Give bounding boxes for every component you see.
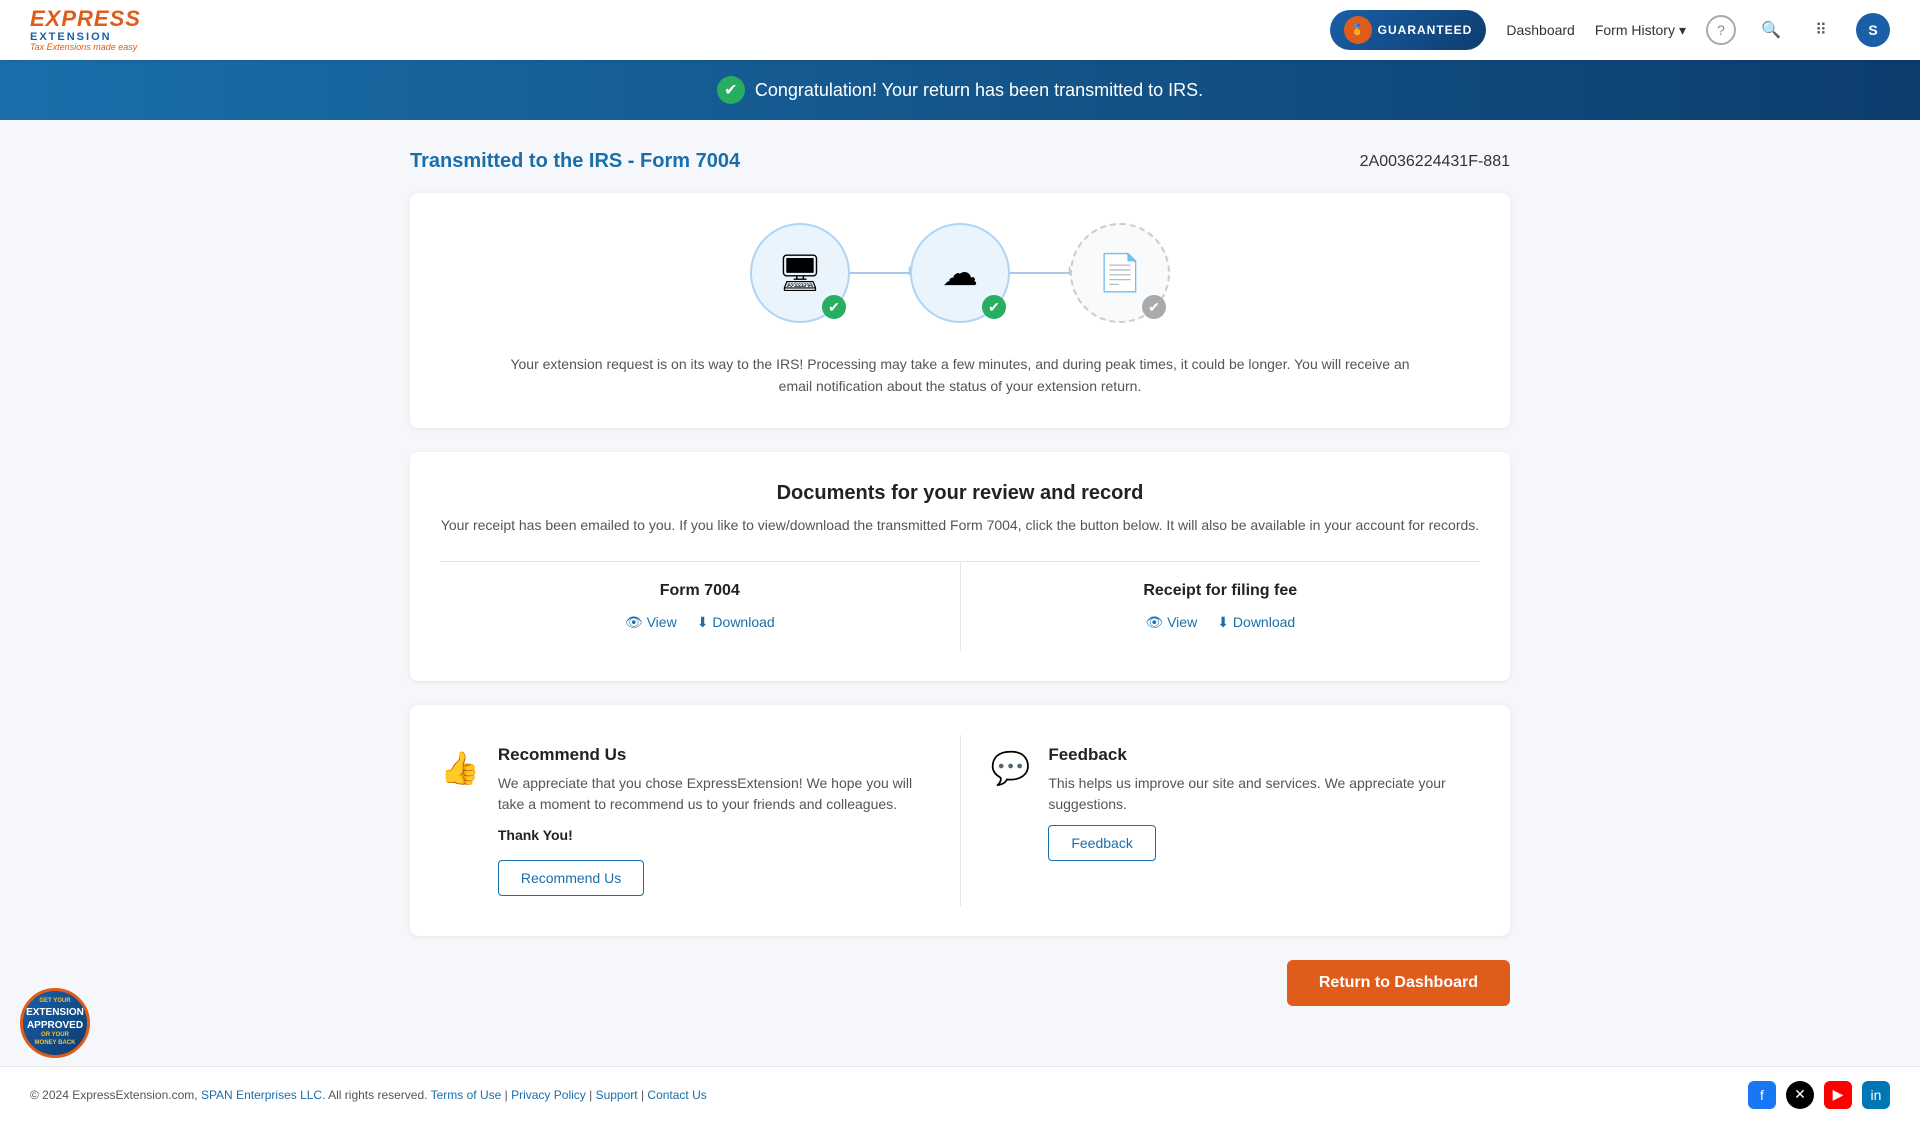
rights-text: All rights reserved. bbox=[328, 1088, 427, 1102]
thank-you-text: Thank You! bbox=[498, 825, 930, 846]
step-1-circle: 🖥 ✔ bbox=[750, 223, 850, 323]
success-check-icon: ✔ bbox=[717, 76, 745, 104]
guaranteed-badge: 🏅 GUARANTEED bbox=[1330, 10, 1487, 50]
help-label: ? bbox=[1717, 22, 1725, 38]
step-1-badge: ✔ bbox=[822, 295, 846, 319]
copyright-text: © 2024 ExpressExtension.com, bbox=[30, 1088, 198, 1102]
success-banner: ✔ Congratulation! Your return has been t… bbox=[0, 60, 1920, 120]
company-link[interactable]: SPAN Enterprises LLC. bbox=[201, 1088, 326, 1102]
twitter-icon[interactable]: ✕ bbox=[1786, 1081, 1814, 1109]
eye-icon: 👁 bbox=[625, 614, 643, 631]
transmission-card: 🖥 ✔ ☁ ✔ 📄 ✔ Your extension request is on… bbox=[410, 193, 1510, 428]
guaranteed-label: GUARANTEED bbox=[1378, 23, 1473, 37]
documents-subtitle: Your receipt has been emailed to you. If… bbox=[440, 517, 1480, 533]
youtube-icon[interactable]: ▶ bbox=[1824, 1081, 1852, 1109]
badge-line3: APPROVED bbox=[27, 1019, 83, 1032]
header-right: 🏅 GUARANTEED Dashboard Form History ▾ ? … bbox=[1330, 10, 1890, 50]
form7004-view-label: View bbox=[647, 614, 677, 630]
form7004-actions: 👁 View ⬇ Download bbox=[480, 614, 920, 631]
download-icon: ⬇ bbox=[697, 614, 709, 631]
banner-message: Congratulation! Your return has been tra… bbox=[755, 80, 1203, 101]
recommend-description: We appreciate that you chose ExpressExte… bbox=[498, 773, 930, 815]
footer-left: © 2024 ExpressExtension.com, SPAN Enterp… bbox=[30, 1088, 707, 1102]
feedback-description: This helps us improve our site and servi… bbox=[1048, 773, 1480, 815]
feedback-button[interactable]: Feedback bbox=[1048, 825, 1155, 861]
receipt-view-link[interactable]: 👁 View bbox=[1145, 614, 1197, 631]
download-icon-2: ⬇ bbox=[1217, 614, 1229, 631]
documents-grid: Form 7004 👁 View ⬇ Download Receipt for … bbox=[440, 561, 1480, 651]
recommend-feedback-card: 👍 Recommend Us We appreciate that you ch… bbox=[410, 705, 1510, 936]
progress-steps: 🖥 ✔ ☁ ✔ 📄 ✔ bbox=[440, 223, 1480, 323]
logo-tagline: Tax Extensions made easy bbox=[30, 43, 141, 53]
form7004-download-link[interactable]: ⬇ Download bbox=[697, 614, 775, 631]
eye-icon-2: 👁 bbox=[1145, 614, 1163, 631]
receipt-view-label: View bbox=[1167, 614, 1197, 630]
header: EXPRESS EXTENSION Tax Extensions made ea… bbox=[0, 0, 1920, 60]
page-header: Transmitted to the IRS - Form 7004 2A003… bbox=[410, 150, 1510, 173]
badge-line1: GET YOUR bbox=[39, 998, 70, 1006]
documents-title: Documents for your review and record bbox=[440, 482, 1480, 505]
help-button[interactable]: ? bbox=[1706, 15, 1736, 45]
form-history-label: Form History bbox=[1595, 22, 1675, 38]
confirmation-code: 2A0036224431F-881 bbox=[1360, 153, 1510, 171]
step-2-icon: ☁ bbox=[942, 252, 978, 294]
receipt-download-link[interactable]: ⬇ Download bbox=[1217, 614, 1295, 631]
step-3-icon: 📄 bbox=[1098, 252, 1143, 294]
footer-social: f ✕ ▶ in bbox=[1748, 1081, 1890, 1109]
recommend-us-button[interactable]: Recommend Us bbox=[498, 860, 644, 896]
chevron-down-icon: ▾ bbox=[1679, 22, 1686, 39]
receipt-title: Receipt for filing fee bbox=[1001, 582, 1441, 600]
main-content: Transmitted to the IRS - Form 7004 2A003… bbox=[390, 120, 1530, 1066]
step-1-icon: 🖥 bbox=[777, 252, 823, 294]
action-row: Return to Dashboard bbox=[410, 960, 1510, 1006]
terms-link[interactable]: Terms of Use bbox=[431, 1088, 502, 1102]
badge-shield-icon: 🏅 bbox=[1344, 16, 1372, 44]
recommend-title: Recommend Us bbox=[498, 745, 930, 765]
feedback-col: 💬 Feedback This helps us improve our sit… bbox=[960, 735, 1481, 906]
step-2-badge: ✔ bbox=[982, 295, 1006, 319]
contact-link[interactable]: Contact Us bbox=[647, 1088, 706, 1102]
return-to-dashboard-button[interactable]: Return to Dashboard bbox=[1287, 960, 1510, 1006]
thumbs-up-icon: 👍 bbox=[440, 749, 480, 787]
linkedin-icon[interactable]: in bbox=[1862, 1081, 1890, 1109]
step-3-badge: ✔ bbox=[1142, 295, 1166, 319]
receipt-col: Receipt for filing fee 👁 View ⬇ Download bbox=[960, 562, 1481, 651]
facebook-icon[interactable]: f bbox=[1748, 1081, 1776, 1109]
approved-badge: GET YOUR EXTENSION APPROVED OR YOUR MONE… bbox=[20, 988, 90, 1058]
transmission-description: Your extension request is on its way to … bbox=[510, 353, 1410, 398]
form7004-download-label: Download bbox=[712, 614, 774, 630]
logo: EXPRESS EXTENSION Tax Extensions made ea… bbox=[30, 7, 141, 53]
receipt-actions: 👁 View ⬇ Download bbox=[1001, 614, 1441, 631]
receipt-download-label: Download bbox=[1233, 614, 1295, 630]
search-button[interactable]: 🔍 bbox=[1756, 15, 1786, 45]
privacy-link[interactable]: Privacy Policy bbox=[511, 1088, 586, 1102]
two-col-layout: 👍 Recommend Us We appreciate that you ch… bbox=[440, 735, 1480, 906]
form-history-nav-link[interactable]: Form History ▾ bbox=[1595, 22, 1686, 39]
feedback-content: Feedback This helps us improve our site … bbox=[1048, 745, 1480, 861]
step-arrow-2 bbox=[1010, 272, 1070, 274]
page-title: Transmitted to the IRS - Form 7004 bbox=[410, 150, 740, 173]
step-2-circle: ☁ ✔ bbox=[910, 223, 1010, 323]
step-3-circle: 📄 ✔ bbox=[1070, 223, 1170, 323]
feedback-title: Feedback bbox=[1048, 745, 1480, 765]
grid-icon[interactable]: ⠿ bbox=[1806, 15, 1836, 45]
dashboard-nav-link[interactable]: Dashboard bbox=[1506, 22, 1575, 38]
badge-line2: EXTENSION bbox=[26, 1006, 84, 1019]
logo-express: EXPRESS bbox=[30, 7, 141, 31]
recommend-col: 👍 Recommend Us We appreciate that you ch… bbox=[440, 735, 960, 906]
badge-line5: MONEY BACK bbox=[35, 1040, 76, 1048]
step-arrow-1 bbox=[850, 272, 910, 274]
documents-card: Documents for your review and record You… bbox=[410, 452, 1510, 681]
user-avatar[interactable]: S bbox=[1856, 13, 1890, 47]
footer: © 2024 ExpressExtension.com, SPAN Enterp… bbox=[0, 1066, 1920, 1123]
recommend-content: Recommend Us We appreciate that you chos… bbox=[498, 745, 930, 896]
support-link[interactable]: Support bbox=[596, 1088, 638, 1102]
badge-line4: OR YOUR bbox=[41, 1032, 69, 1040]
feedback-icon: 💬 bbox=[991, 749, 1031, 787]
form7004-view-link[interactable]: 👁 View bbox=[625, 614, 677, 631]
form7004-title: Form 7004 bbox=[480, 582, 920, 600]
form7004-col: Form 7004 👁 View ⬇ Download bbox=[440, 562, 960, 651]
